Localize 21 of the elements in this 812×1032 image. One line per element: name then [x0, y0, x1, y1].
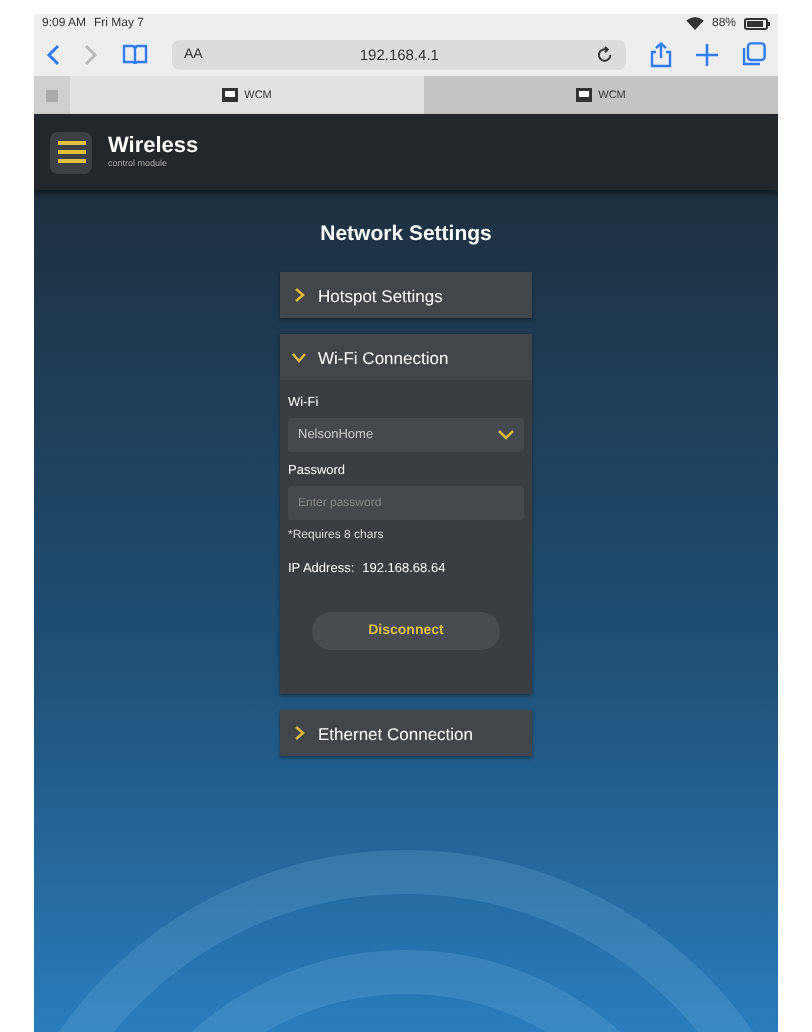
page-title: Network Settings	[320, 222, 492, 246]
back-icon[interactable]	[46, 43, 60, 65]
menu-icon	[57, 140, 85, 164]
logo-title: Wireless	[108, 136, 199, 158]
book-icon[interactable]	[122, 43, 148, 65]
dropdown-chevron-icon	[498, 430, 514, 440]
chevron-icon	[292, 350, 306, 364]
plus-icon[interactable]	[696, 43, 718, 65]
battery-icon	[744, 17, 770, 29]
chevron-icon	[292, 726, 306, 740]
menu-button[interactable]	[50, 131, 92, 173]
tabs-icon[interactable]	[742, 42, 766, 66]
reload-icon[interactable]	[596, 45, 614, 63]
section-header[interactable]: Hotspot Settings	[280, 272, 532, 318]
wifi-icon	[685, 16, 704, 30]
section-header[interactable]: Ethernet Connection	[280, 710, 532, 756]
favicon-icon	[222, 88, 239, 102]
chevron-icon	[292, 288, 306, 302]
section-header[interactable]: Wi-Fi Connection	[280, 334, 532, 380]
favicon-icon	[576, 88, 593, 102]
share-icon[interactable]	[650, 41, 672, 67]
